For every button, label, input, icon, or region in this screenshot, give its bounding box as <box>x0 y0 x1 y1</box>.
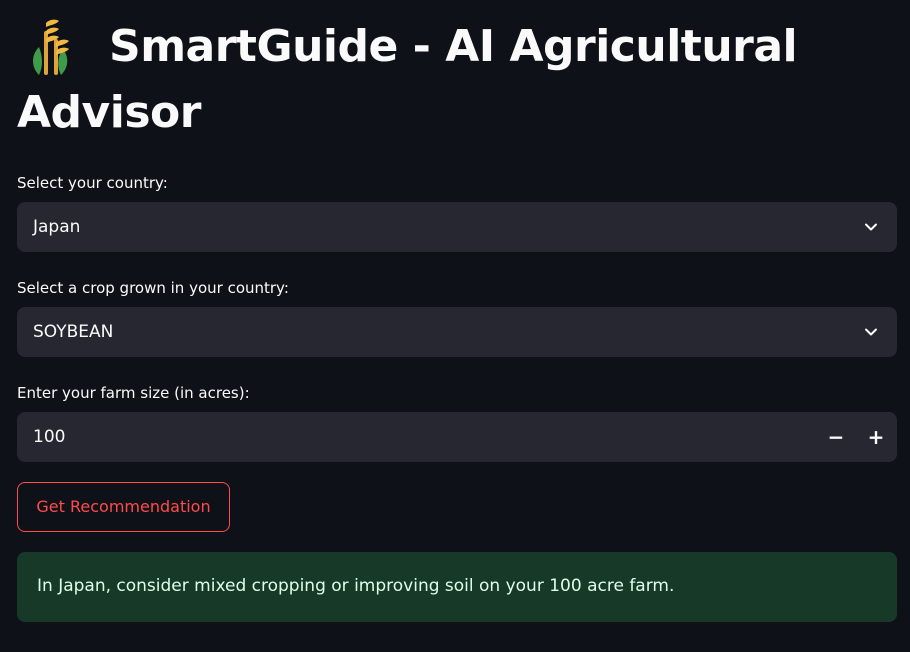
farm-size-input[interactable]: 100 − + <box>17 412 897 462</box>
farm-size-value[interactable]: 100 <box>33 412 65 462</box>
recommendation-success-alert: In Japan, consider mixed cropping or imp… <box>17 552 897 622</box>
country-select-label: Select your country: <box>17 174 168 192</box>
get-recommendation-button[interactable]: Get Recommendation <box>17 482 230 532</box>
increment-button[interactable]: + <box>856 412 896 462</box>
crop-select[interactable]: SOYBEAN <box>17 307 897 357</box>
chevron-down-icon <box>865 223 877 231</box>
crop-select-value: SOYBEAN <box>33 322 114 342</box>
wheat-icon <box>27 17 73 77</box>
app-page: SmartGuide - AI Agricultural Advisor Sel… <box>0 0 910 652</box>
country-select-value: Japan <box>33 217 81 237</box>
page-title: SmartGuide - AI Agricultural Advisor <box>17 14 897 146</box>
page-title-text: SmartGuide - AI Agricultural Advisor <box>17 21 798 138</box>
chevron-down-icon <box>865 328 877 336</box>
farm-size-label: Enter your farm size (in acres): <box>17 384 250 402</box>
recommendation-message: In Japan, consider mixed cropping or imp… <box>37 576 675 596</box>
country-select[interactable]: Japan <box>17 202 897 252</box>
crop-select-label: Select a crop grown in your country: <box>17 279 289 297</box>
decrement-button[interactable]: − <box>816 412 856 462</box>
